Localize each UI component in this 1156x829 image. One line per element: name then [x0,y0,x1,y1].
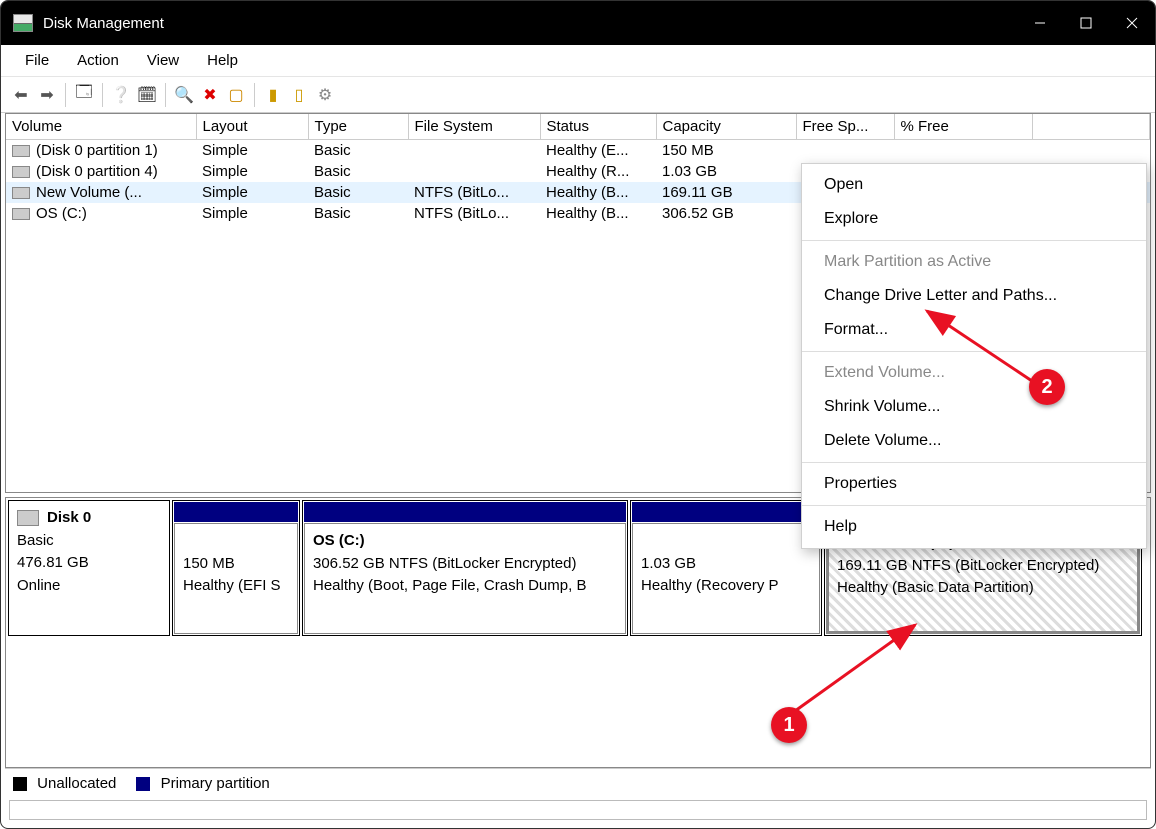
window-controls [1017,1,1155,45]
disk-type-text: Basic [17,530,161,553]
status-bar [9,800,1147,820]
context-menu-separator [802,240,1146,241]
context-menu-separator [802,462,1146,463]
swatch-primary [136,777,150,791]
partition-color-bar [304,502,626,522]
table-row[interactable]: (Disk 0 partition 1)SimpleBasicHealthy (… [6,140,1150,162]
minimize-button[interactable] [1017,1,1063,45]
col-freespace[interactable]: Free Sp... [796,114,894,140]
context-menu: OpenExplore Mark Partition as ActiveChang… [801,163,1147,549]
col-type[interactable]: Type [308,114,408,140]
context-menu-item[interactable]: Explore [802,202,1146,236]
col-capacity[interactable]: Capacity [656,114,796,140]
partition-block[interactable]: OS (C:)306.52 GB NTFS (BitLocker Encrypt… [302,500,628,636]
maximize-button[interactable] [1063,1,1109,45]
col-filesystem[interactable]: File System [408,114,540,140]
context-menu-item[interactable]: Open [802,168,1146,202]
menu-view[interactable]: View [133,48,193,73]
context-menu-item: Extend Volume... [802,356,1146,390]
toolbar: ⬅ ➡ 🗔 ❔ 🗓 🔍 ✖ ▢ ▮ ▯ ⚙ [1,77,1155,113]
window-frame: Disk Management File Action View Help ⬅ … [0,0,1156,829]
refresh-icon[interactable]: 🗓 [135,83,159,107]
menubar: File Action View Help [1,45,1155,77]
context-menu-item[interactable]: Delete Volume... [802,424,1146,458]
context-menu-item[interactable]: Shrink Volume... [802,390,1146,424]
disk-label-box[interactable]: Disk 0 Basic 476.81 GB Online [8,500,170,636]
context-menu-separator [802,351,1146,352]
col-layout[interactable]: Layout [196,114,308,140]
col-percentfree[interactable]: % Free [894,114,1032,140]
settings-icon[interactable]: ⚙ [313,83,337,107]
callout-2: 2 [1029,369,1065,405]
disk-status-text: Online [17,575,161,598]
legend-primary: Primary partition [136,775,269,792]
delete-icon[interactable]: ✖ [198,83,222,107]
drive-icon [12,166,30,178]
context-menu-item[interactable]: Change Drive Letter and Paths... [802,279,1146,313]
legend: Unallocated Primary partition [5,768,1151,798]
back-icon[interactable]: ⬅ [9,83,33,107]
menu-file[interactable]: File [11,48,63,73]
partition-color-bar [174,502,298,522]
explore-icon[interactable]: 🔍 [172,83,196,107]
drive-icon [12,145,30,157]
forward-icon[interactable]: ➡ [35,83,59,107]
context-menu-item[interactable]: Properties [802,467,1146,501]
list-top-icon[interactable]: ▮ [261,83,285,107]
partition-info: 150 MBHealthy (EFI S [174,523,298,634]
partition-info: OS (C:)306.52 GB NTFS (BitLocker Encrypt… [304,523,626,634]
window-title: Disk Management [43,15,1017,32]
properties-check-icon[interactable]: ▢ [224,83,248,107]
drive-icon [12,187,30,199]
context-menu-separator [802,505,1146,506]
col-status[interactable]: Status [540,114,656,140]
partition-block[interactable]: 1.03 GBHealthy (Recovery P [630,500,822,636]
disk-management-icon [13,14,33,32]
callout-1: 1 [771,707,807,743]
menu-action[interactable]: Action [63,48,133,73]
drive-icon [12,208,30,220]
help-icon[interactable]: ❔ [109,83,133,107]
partition-block[interactable]: 150 MBHealthy (EFI S [172,500,300,636]
partition-color-bar [632,502,820,522]
close-button[interactable] [1109,1,1155,45]
menu-help[interactable]: Help [193,48,252,73]
show-hide-icon[interactable]: 🗔 [72,83,96,107]
table-header-row[interactable]: Volume Layout Type File System Status Ca… [6,114,1150,140]
disk-capacity-text: 476.81 GB [17,552,161,575]
titlebar: Disk Management [1,1,1155,45]
context-menu-item[interactable]: Format... [802,313,1146,347]
disk-icon [17,510,39,526]
swatch-unallocated [13,777,27,791]
partition-info: 1.03 GBHealthy (Recovery P [632,523,820,634]
context-menu-item: Mark Partition as Active [802,245,1146,279]
legend-unallocated: Unallocated [13,775,116,792]
disk-label-name: Disk 0 [47,509,91,526]
context-menu-item[interactable]: Help [802,510,1146,544]
list-bottom-icon[interactable]: ▯ [287,83,311,107]
col-volume[interactable]: Volume [6,114,196,140]
